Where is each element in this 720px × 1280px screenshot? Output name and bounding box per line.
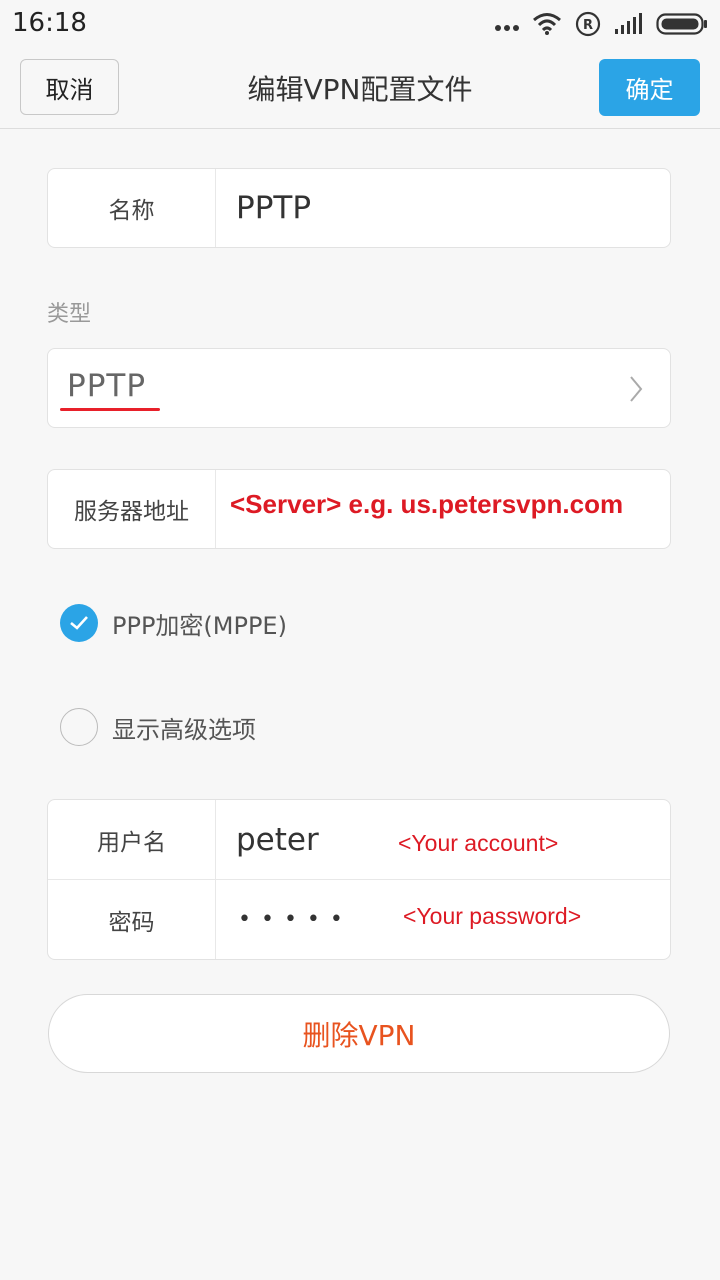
battery-icon [656,13,708,39]
server-label: 服务器地址 [48,470,216,548]
name-row: 名称 PPTP [48,169,670,247]
username-label: 用户名 [48,800,216,879]
type-section-label: 类型 [47,302,92,327]
password-annotation: <Your password> [403,903,582,929]
more-dots-icon [494,17,520,36]
name-label: 名称 [48,169,216,247]
cancel-button[interactable]: 取消 [20,59,119,115]
advanced-label: 显示高级选项 [112,715,256,744]
server-annotation: <Server> e.g. us.petersvpn.com [226,478,654,530]
status-time: 16:18 [12,8,87,38]
name-input[interactable]: PPTP [216,169,670,247]
header-bar: 取消 编辑VPN配置文件 确定 [0,52,720,129]
username-row: 用户名 peter [48,800,670,879]
username-annotation: <Your account> [398,830,559,856]
name-card: 名称 PPTP [47,168,671,248]
type-value: PPTP [67,368,147,404]
registered-icon: R [574,10,602,42]
chevron-right-icon [628,375,644,407]
svg-text:R: R [583,18,593,33]
status-icons: R [494,10,708,42]
type-highlight-underline [60,408,160,411]
credentials-card: 用户名 peter 密码 ••••• [47,799,671,960]
mppe-label: PPP加密(MPPE) [112,611,287,640]
confirm-button[interactable]: 确定 [599,59,700,116]
status-bar: 16:18 R [0,0,720,52]
signal-icon [614,13,644,39]
password-dots: ••••• [238,907,353,932]
advanced-option[interactable]: 显示高级选项 [60,707,256,747]
delete-vpn-button[interactable]: 删除VPN [48,994,670,1073]
checkbox-unchecked-icon[interactable] [60,708,98,746]
page-title: 编辑VPN配置文件 [247,73,473,106]
checkbox-checked-icon[interactable] [60,604,98,642]
mppe-option[interactable]: PPP加密(MPPE) [60,603,287,643]
wifi-icon [532,12,562,40]
password-label: 密码 [48,880,216,959]
